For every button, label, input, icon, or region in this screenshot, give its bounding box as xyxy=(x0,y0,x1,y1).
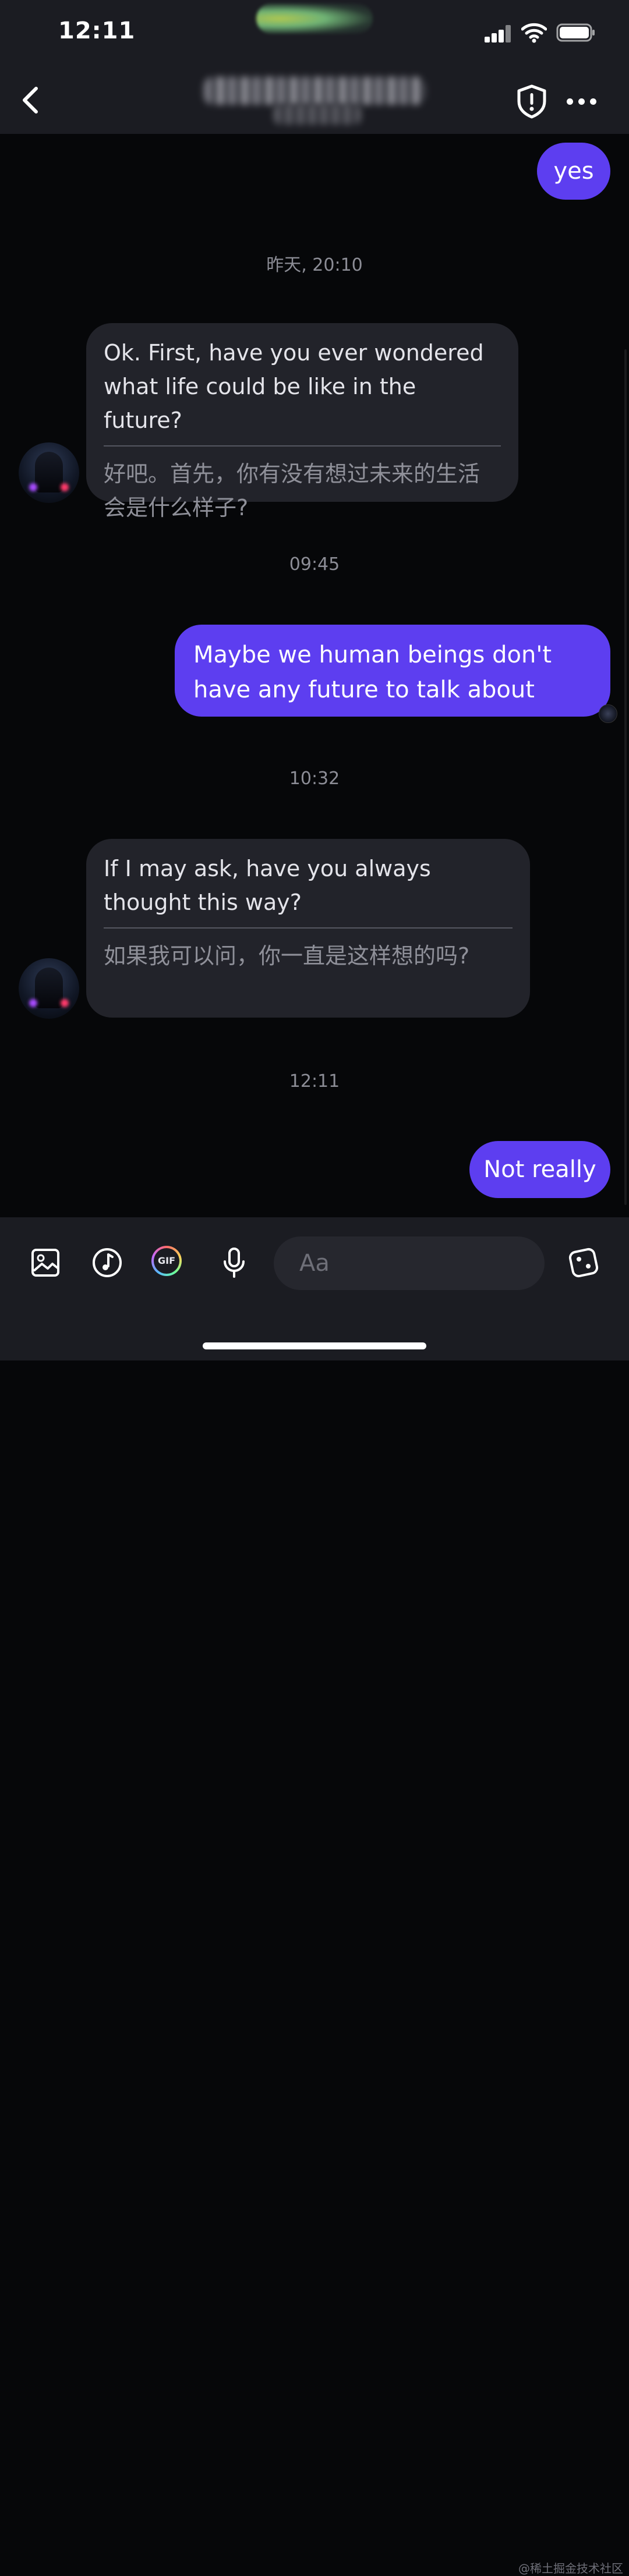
timestamp: 昨天, 20:10 xyxy=(266,255,363,275)
timestamp: 09:45 xyxy=(289,554,340,575)
timestamp: 12:11 xyxy=(289,1071,340,1092)
microphone-icon[interactable] xyxy=(218,1246,250,1279)
scrollbar[interactable] xyxy=(624,349,627,1205)
composer-bar: GIF @稀土掘金技术社区 xyxy=(0,1217,629,2575)
signal-icon xyxy=(485,25,511,42)
image-icon[interactable] xyxy=(29,1246,62,1279)
message-outgoing[interactable]: Not really xyxy=(469,1141,610,1198)
translation-divider xyxy=(104,927,513,929)
battery-icon xyxy=(556,23,595,42)
avatar[interactable] xyxy=(19,958,79,1019)
translation-divider xyxy=(104,445,501,447)
wifi-icon xyxy=(521,23,547,43)
message-input[interactable] xyxy=(274,1236,545,1290)
message-text: yes xyxy=(553,158,594,185)
avatar-figure xyxy=(35,968,63,1008)
message-incoming[interactable]: Ok. First, have you ever wondered what l… xyxy=(86,323,518,520)
avatar-figure xyxy=(35,452,63,492)
message-outgoing[interactable]: yes xyxy=(537,143,610,200)
gif-icon[interactable]: GIF xyxy=(151,1246,182,1276)
message-text: Not really xyxy=(483,1156,596,1183)
gif-label: GIF xyxy=(154,1248,179,1274)
chevron-left-icon[interactable] xyxy=(16,82,47,119)
avatar[interactable] xyxy=(19,442,79,503)
more-horizontal-icon[interactable] xyxy=(564,92,599,109)
timestamp: 10:32 xyxy=(289,768,340,789)
message-translation: 好吧。首先，你有没有想过未来的生活会是什么样子? xyxy=(104,461,480,520)
blurred-notification xyxy=(256,3,373,34)
read-receipt-avatar xyxy=(599,704,617,723)
chat-header xyxy=(0,69,629,134)
music-note-icon[interactable] xyxy=(91,1246,123,1279)
message-text: If I may ask, have you always thought th… xyxy=(104,856,431,915)
message-outgoing[interactable]: Maybe we human beings don't have any fut… xyxy=(175,625,610,717)
shield-alert-icon[interactable] xyxy=(515,84,548,119)
chat-subtitle-blurred xyxy=(274,105,361,125)
watermark: @稀土掘金技术社区 xyxy=(518,2561,623,2575)
message-text: Ok. First, have you ever wondered what l… xyxy=(104,340,484,433)
status-time: 12:11 xyxy=(58,17,136,44)
message-text: Maybe we human beings don't have any fut… xyxy=(193,642,552,703)
status-bar: 12:11 xyxy=(0,0,629,69)
chat-title-blurred[interactable] xyxy=(204,77,425,105)
message-translation: 如果我可以问，你一直是这样想的吗? xyxy=(104,943,470,969)
message-incoming[interactable]: If I may ask, have you always thought th… xyxy=(86,839,530,1018)
home-indicator[interactable] xyxy=(203,1342,426,1349)
dice-icon[interactable] xyxy=(567,1246,600,1279)
